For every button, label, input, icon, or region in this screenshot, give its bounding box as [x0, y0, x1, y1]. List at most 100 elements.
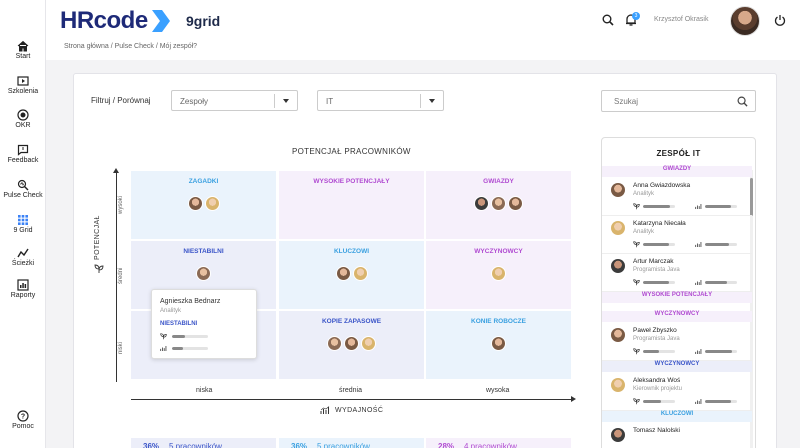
search-input[interactable]: Szukaj [601, 90, 756, 112]
power-icon[interactable] [774, 14, 786, 26]
potential-icon [633, 348, 640, 355]
potential-icon [633, 398, 640, 405]
performance-bar [172, 347, 208, 350]
sidebar-item-9-grid[interactable]: 9 Grid [0, 214, 46, 234]
y-level-label: średni [118, 267, 124, 284]
team-member[interactable]: Katarzyna Niecała Analityk [602, 216, 752, 254]
sidebar-item-label: Ścieżki [11, 260, 35, 267]
grid-stat: 36% 5 pracowników [279, 438, 424, 448]
grid-cell[interactable]: KOPIE ZAPASOWE [279, 311, 424, 379]
app-name: 9grid [186, 13, 221, 29]
filter-label: Filtruj / Porównaj [91, 96, 151, 105]
grid-cell[interactable]: ZAGADKI [131, 171, 276, 239]
y-axis-label: POTENCJAŁ [94, 215, 101, 260]
avatar[interactable] [327, 336, 342, 351]
team-member[interactable]: Aleksandra Woś Kierownik projektu [602, 373, 752, 411]
logo[interactable]: HRcode [60, 7, 148, 35]
avatar[interactable] [335, 266, 351, 281]
team-select[interactable]: IT [317, 90, 444, 111]
potential-icon [94, 264, 104, 273]
avatar [611, 378, 625, 392]
sidebar-item-label: Pulse Check [3, 192, 43, 199]
member-role: Kierownik projektu [633, 386, 683, 392]
chat-icon [17, 144, 29, 156]
sidebar-item-pulse-check[interactable]: Pulse Check [0, 179, 46, 199]
member-role: Programista Java [633, 336, 680, 342]
y-level-label: niski [118, 341, 124, 354]
user-name[interactable]: Krzysztof Okrasik [654, 16, 708, 23]
sidebar-item-label: Raporty [10, 292, 36, 299]
avatar[interactable] [491, 266, 506, 281]
grid-cell[interactable]: WYSOKIE POTENCJAŁY [279, 171, 424, 239]
avatar[interactable] [352, 266, 368, 281]
search-placeholder: Szukaj [614, 97, 639, 106]
grid-cell[interactable]: WYCZYNOWCY [426, 241, 571, 309]
grid-cell[interactable]: KLUCZOWI [279, 241, 424, 309]
avatar[interactable] [187, 196, 203, 211]
team-member[interactable]: Artur Marczak Programista Java [602, 254, 752, 292]
stat-count: 4 pracowników [464, 442, 517, 448]
sidebar-item-label: 9 Grid [13, 227, 33, 234]
grid-cell[interactable]: GWIAZDY [426, 171, 571, 239]
y-level-label: wysoki [118, 195, 124, 214]
avatar[interactable] [491, 196, 506, 211]
sidebar-item-pomoc[interactable]: ? Pomoc [0, 410, 46, 430]
select-divider [274, 94, 275, 108]
avatar-group [426, 266, 571, 283]
grid-cell[interactable]: KONIE ROBOCZE [426, 311, 571, 379]
team-member[interactable]: Anna Gwiazdowska Analityk [602, 178, 752, 216]
search-icon[interactable] [602, 14, 614, 26]
chart-icon [17, 279, 29, 291]
team-type-select[interactable]: Zespoły [171, 90, 298, 111]
avatar [611, 259, 625, 273]
avatar[interactable] [508, 196, 523, 211]
avatar [611, 428, 625, 442]
member-name: Tomasz Nalolski [633, 427, 680, 434]
avatar[interactable] [474, 196, 489, 211]
team-group-header: WYCZYNOWCY [602, 361, 752, 372]
x-level-label: wysoka [486, 387, 510, 394]
play-icon [17, 76, 29, 86]
tooltip-name: Agnieszka Bednarz [160, 298, 221, 305]
sidebar-item-label: Szkolenia [7, 88, 39, 95]
member-role: Analityk [633, 191, 655, 197]
x-level-label: średnia [339, 387, 362, 394]
notification-badge: 3 [632, 12, 640, 20]
sidebar-item-okr[interactable]: OKR [0, 109, 46, 129]
avatar[interactable] [344, 336, 359, 351]
sidebar-item-raporty[interactable]: Raporty [0, 279, 46, 299]
home-icon [17, 40, 29, 52]
avatar [611, 221, 625, 235]
help-icon: ? [17, 410, 29, 422]
x-level-label: niska [196, 387, 213, 394]
sidebar-item-start[interactable]: Start [0, 40, 46, 60]
avatar[interactable] [361, 336, 376, 351]
employee-tooltip: Agnieszka Bednarz Analityk NIESTABILNI [151, 289, 257, 359]
avatar-group [279, 266, 424, 283]
breadcrumb[interactable]: Strona główna / Pulse Check / Mój zespół… [64, 43, 197, 50]
performance-bar [705, 205, 737, 208]
team-member[interactable]: Tomasz Nalolski [602, 423, 752, 448]
avatar[interactable] [196, 266, 211, 281]
stat-percent: 28% [438, 442, 455, 448]
grid-cell-title: KLUCZOWI [333, 248, 370, 255]
sidebar-item-sciezki[interactable]: Ścieżki [0, 247, 46, 267]
grid-cell-title: WYSOKIE POTENCJAŁY [313, 178, 390, 185]
user-avatar[interactable] [730, 6, 760, 36]
sidebar-item-label: Feedback [7, 157, 39, 164]
performance-icon [695, 280, 702, 285]
search-icon[interactable] [737, 96, 748, 107]
avatar[interactable] [204, 196, 220, 211]
x-axis-arrow [571, 396, 576, 402]
performance-bar [705, 281, 737, 284]
avatar-group [131, 196, 276, 213]
team-member[interactable]: Paweł Zbyszko Programista Java [602, 323, 752, 361]
select-value: IT [326, 97, 334, 106]
potential-bar [643, 281, 675, 284]
potential-bar [643, 400, 675, 403]
sidebar-item-feedback[interactable]: Feedback [0, 144, 46, 164]
avatar[interactable] [491, 336, 506, 351]
sidebar-item-szkolenia[interactable]: Szkolenia [0, 75, 46, 95]
team-panel: ZESPÓŁ IT GWIAZDY Anna Gwiazdowska Anality… [601, 137, 756, 448]
sidebar-item-label: OKR [15, 122, 31, 129]
